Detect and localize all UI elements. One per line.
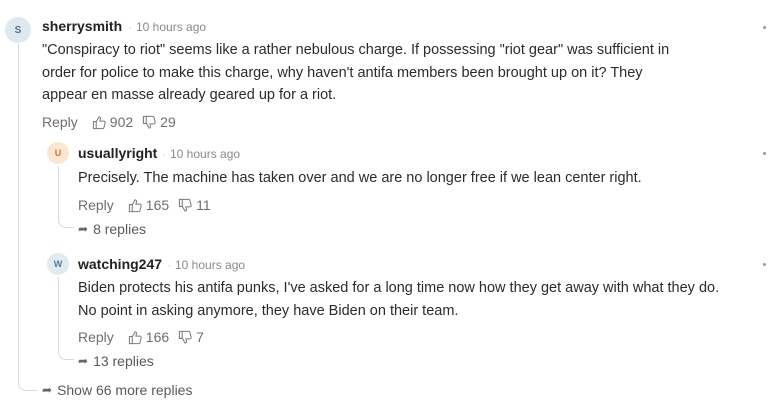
like-count: 165 bbox=[145, 197, 170, 213]
avatar[interactable]: U bbox=[47, 142, 69, 164]
thread-elbow bbox=[18, 374, 37, 391]
comment-actions: Reply 166 7 bbox=[78, 329, 213, 345]
comment-timestamp: · 10 hours ago bbox=[128, 20, 207, 34]
avatar-letter: S bbox=[14, 24, 22, 36]
reply-button[interactable]: Reply bbox=[78, 329, 114, 345]
comment-line: "Conspiracy to riot" seems like a rather… bbox=[42, 42, 670, 58]
view-replies-button[interactable]: ➦ 8 replies bbox=[78, 221, 146, 237]
thumbs-down-icon[interactable] bbox=[142, 115, 157, 130]
thread-line bbox=[18, 44, 19, 374]
thumbs-up-icon[interactable] bbox=[128, 198, 143, 213]
like-count: 902 bbox=[109, 114, 134, 130]
thumbs-up-icon[interactable] bbox=[92, 115, 107, 130]
more-options-icon[interactable] bbox=[763, 26, 766, 29]
reply-thread-line bbox=[58, 166, 59, 212]
comment-line: No point in asking anymore, they have Bi… bbox=[78, 302, 459, 319]
comment-timestamp: · 10 hours ago bbox=[167, 258, 246, 272]
reply-button[interactable]: Reply bbox=[42, 114, 78, 130]
reply-thread-elbow bbox=[58, 212, 74, 228]
more-options-icon[interactable] bbox=[763, 263, 766, 266]
reply-arrow-icon: ➦ bbox=[78, 222, 89, 236]
avatar-letter: W bbox=[53, 259, 63, 269]
avatar-letter: U bbox=[54, 148, 62, 158]
dislike-count: 11 bbox=[196, 197, 211, 213]
comment-body: "Conspiracy to riot" seems like a rather… bbox=[42, 39, 669, 107]
thumbs-down-icon[interactable] bbox=[178, 198, 193, 213]
more-options-icon[interactable] bbox=[763, 152, 766, 155]
comment-actions: Reply 165 11 bbox=[78, 197, 220, 213]
thumbs-up-icon[interactable] bbox=[128, 330, 143, 345]
like-count: 166 bbox=[145, 329, 170, 345]
avatar[interactable]: W bbox=[47, 253, 69, 275]
comment-timestamp: · 10 hours ago bbox=[162, 147, 241, 161]
comment-body: Biden protects his antifa punks, I've as… bbox=[78, 277, 719, 322]
username[interactable]: sherrysmith bbox=[42, 18, 122, 34]
dislike-count: 29 bbox=[160, 114, 176, 130]
thumbs-down-icon[interactable] bbox=[178, 330, 193, 345]
reply-thread-elbow bbox=[58, 344, 74, 360]
show-more-replies-button[interactable]: ➦ Show 66 more replies bbox=[42, 382, 192, 398]
comment-line: Precisely. The machine has taken over an… bbox=[78, 170, 642, 186]
view-replies-button[interactable]: ➦ 13 replies bbox=[78, 353, 154, 369]
avatar[interactable]: S bbox=[5, 17, 31, 43]
reply-arrow-icon: ➦ bbox=[42, 383, 53, 397]
comment-line: Biden protects his antifa punks, I've as… bbox=[78, 280, 720, 296]
reply-button[interactable]: Reply bbox=[78, 197, 114, 213]
comment-actions: Reply 902 29 bbox=[42, 114, 185, 130]
reply-arrow-icon: ➦ bbox=[78, 354, 89, 368]
replies-count-label: 8 replies bbox=[93, 221, 146, 237]
show-more-label: Show 66 more replies bbox=[57, 382, 193, 398]
replies-count-label: 13 replies bbox=[93, 353, 154, 369]
reply-thread-line bbox=[58, 277, 59, 344]
comment-line: order for police to make this charge, wh… bbox=[42, 64, 643, 81]
username[interactable]: usuallyright bbox=[78, 145, 157, 161]
dislike-count: 7 bbox=[196, 329, 204, 345]
comment-body: Precisely. The machine has taken over an… bbox=[78, 167, 642, 190]
comment-line: appear en masse already geared up for a … bbox=[42, 87, 337, 103]
username[interactable]: watching247 bbox=[78, 256, 162, 272]
